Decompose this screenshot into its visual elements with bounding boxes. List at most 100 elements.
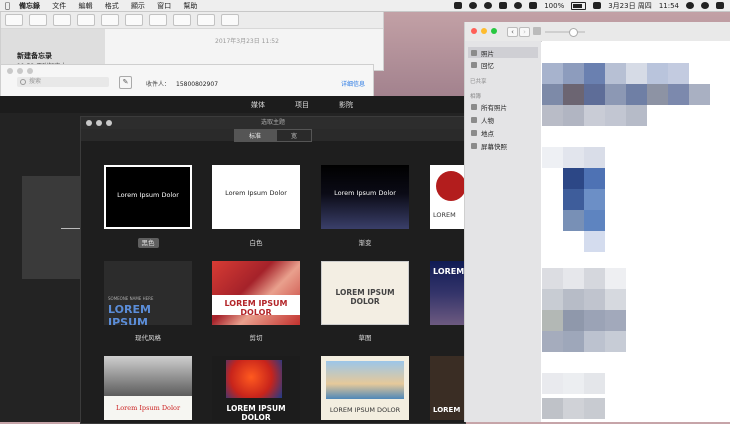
theme-bridge[interactable]: Lorem Ipsum Dolor [104,356,192,420]
toolbar-theater[interactable]: 影院 [339,100,353,110]
sidebar-item-places[interactable]: 地点 [471,128,494,138]
checklist-button[interactable] [101,14,119,26]
photo-thumbnail[interactable] [605,105,626,126]
zoom-icon[interactable] [491,28,497,34]
photo-thumbnail[interactable] [584,210,605,231]
theme-parrot[interactable]: LOREM IPSUM DOLOR [212,356,300,420]
photo-thumbnail[interactable] [584,231,605,252]
close-icon[interactable] [471,28,477,34]
photo-thumbnail[interactable] [542,147,563,168]
photo-thumbnail[interactable] [563,105,584,126]
table-button[interactable] [125,14,143,26]
delete-note-button[interactable] [53,14,71,26]
photo-thumbnail[interactable] [584,310,605,331]
photo-thumbnail[interactable] [563,63,584,84]
status-timer-icon[interactable] [484,2,493,9]
photo-thumbnail[interactable] [689,84,710,105]
photo-thumbnail[interactable] [563,84,584,105]
sidebar-item-all-photos[interactable]: 所有照片 [471,102,507,112]
new-note-button[interactable] [77,14,95,26]
photo-thumbnail[interactable] [563,310,584,331]
photo-thumbnail[interactable] [563,189,584,210]
photo-thumbnail[interactable] [584,373,605,394]
zoom-icon[interactable] [106,120,112,126]
photo-thumbnail[interactable] [542,63,563,84]
details-link[interactable]: 详细信息 [341,79,365,88]
theme-white[interactable]: Lorem Ipsum Dolor [212,165,300,229]
photo-thumbnail[interactable] [563,147,584,168]
battery-icon[interactable] [571,1,587,10]
photo-thumbnail[interactable] [668,84,689,105]
photo-thumbnail[interactable] [584,289,605,310]
photo-thumbnail[interactable] [542,398,563,419]
photo-thumbnail[interactable] [647,63,668,84]
menu-view[interactable]: 顯示 [131,2,145,10]
minimize-icon[interactable] [17,68,23,74]
toolbar-project[interactable]: 项目 [295,100,309,110]
photo-thumbnail[interactable] [584,105,605,126]
photo-thumbnail[interactable] [605,63,626,84]
photo-thumbnail[interactable] [647,84,668,105]
photo-thumbnail[interactable] [542,268,563,289]
gallery-view-button[interactable] [29,14,47,26]
theme-modern[interactable]: SOMEONE NAME HERE LOREM IPSUM [104,261,192,325]
input-source-icon[interactable] [593,2,602,9]
zoom-slider-knob[interactable] [569,28,578,37]
zoom-slider[interactable] [545,28,585,37]
photo-thumbnail[interactable] [542,310,563,331]
menu-format[interactable]: 格式 [105,2,119,10]
recipient-field[interactable]: 收件人： 15800802907 [146,79,218,88]
photo-thumbnail[interactable] [626,63,647,84]
photo-thumbnail[interactable] [542,84,563,105]
sidebar-item-people[interactable]: 人物 [471,115,494,125]
zoom-icon[interactable] [27,68,33,74]
format-button[interactable] [197,14,215,26]
menu-help[interactable]: 幫助 [183,2,197,10]
photo-thumbnail[interactable] [605,268,626,289]
photo-thumbnail[interactable] [584,189,605,210]
theme-night[interactable]: LOREM [430,261,466,325]
toolbar-media[interactable]: 媒体 [251,100,265,110]
photo-thumbnail[interactable] [626,84,647,105]
tab-standard[interactable]: 标准 [233,128,276,142]
minimize-icon[interactable] [481,28,487,34]
photo-thumbnail[interactable] [605,331,626,352]
siri-icon[interactable] [701,2,709,9]
photo-thumbnail[interactable] [584,268,605,289]
close-icon[interactable] [86,120,92,126]
theme-black[interactable]: Lorem Ipsum Dolor [104,165,192,229]
photo-thumbnail[interactable] [563,373,584,394]
minimize-icon[interactable] [96,120,102,126]
theme-sketch[interactable]: LOREM IPSUM DOLOR [321,261,409,325]
notification-center-icon[interactable] [716,2,724,9]
menu-edit[interactable]: 編輯 [78,2,92,10]
photo-thumbnail[interactable] [584,331,605,352]
status-sync-icon[interactable] [469,2,478,9]
menu-window[interactable]: 窗口 [157,2,171,10]
photo-thumbnail[interactable] [542,373,563,394]
photo-thumbnail[interactable] [584,63,605,84]
lock-button[interactable] [173,14,191,26]
menu-file[interactable]: 文件 [52,2,66,10]
volume-icon[interactable] [529,2,538,9]
forward-chevron-icon[interactable]: › [519,27,530,37]
photo-thumbnail[interactable] [584,398,605,419]
photo-thumbnail[interactable] [542,105,563,126]
theme-beach[interactable]: LOREM IPSUM DOLOR [321,356,409,420]
back-chevron-icon[interactable]: ‹ [507,27,518,37]
sidebar-item-photos[interactable]: 照片 [468,47,538,58]
close-icon[interactable] [7,68,13,74]
photo-thumbnail[interactable] [626,105,647,126]
sidebar-item-memories[interactable]: 回忆 [471,60,494,70]
theme-cut[interactable]: LOREM IPSUM DOLOR [212,261,300,325]
attachment-button[interactable] [149,14,167,26]
photo-thumbnail[interactable] [563,168,584,189]
photo-thumbnail[interactable] [605,84,626,105]
photo-thumbnail[interactable] [668,63,689,84]
photo-thumbnail[interactable] [542,289,563,310]
photo-thumbnail[interactable] [563,210,584,231]
status-app-icon[interactable] [454,2,463,9]
clock-date[interactable]: 3月23日 周四 [608,1,652,11]
notes-list[interactable]: 新建备忘录 11:52 无附加文本 [1,29,105,70]
wifi-icon[interactable] [514,2,523,9]
